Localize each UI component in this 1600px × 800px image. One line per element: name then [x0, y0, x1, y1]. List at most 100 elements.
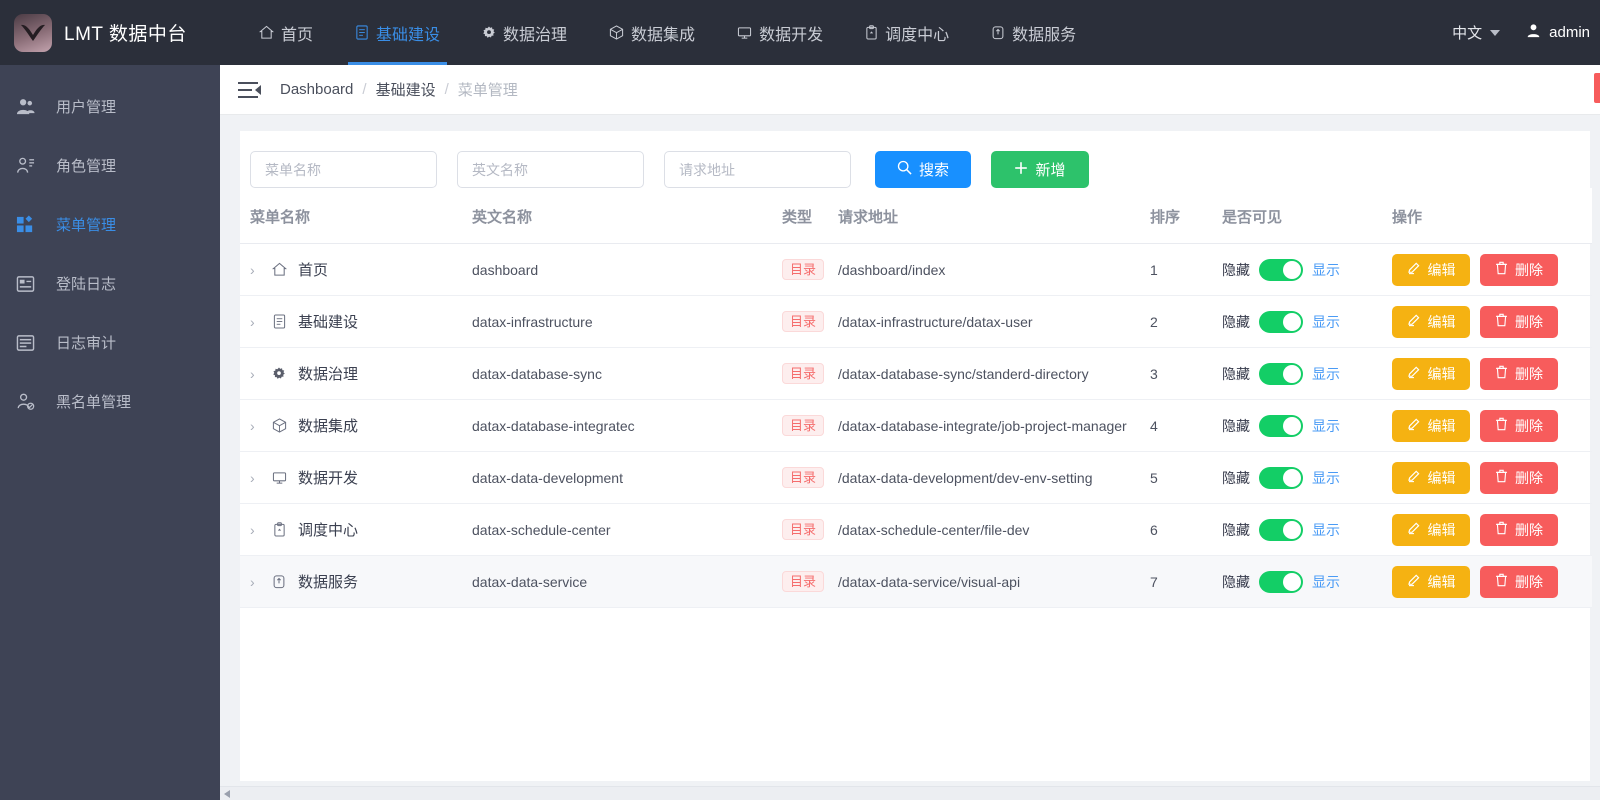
hidden-label: 隐藏 [1222, 312, 1250, 332]
table-row[interactable]: ›数据集成datax-database-integratec目录/datax-d… [240, 400, 1592, 452]
sidebar-item-login-log[interactable]: 登陆日志 [0, 254, 220, 313]
nav-item-service[interactable]: 数据服务 [970, 0, 1097, 65]
row-expander-icon[interactable]: › [250, 418, 260, 434]
delete-button[interactable]: 删除 [1480, 566, 1558, 598]
visibility-toggle[interactable] [1259, 363, 1303, 385]
cell-operations: 编辑 删除 [1392, 400, 1592, 452]
edit-button[interactable]: 编辑 [1392, 462, 1470, 494]
visibility-toggle[interactable] [1259, 571, 1303, 593]
sidebar-item-label: 菜单管理 [56, 214, 116, 235]
delete-button[interactable]: 删除 [1480, 514, 1558, 546]
breadcrumb-item-dashboard[interactable]: Dashboard [280, 81, 353, 98]
breadcrumb-item-infrastructure[interactable]: 基础建设 [376, 79, 436, 100]
delete-button-label: 删除 [1515, 416, 1543, 436]
cell-url: /datax-database-integrate/job-project-ma… [838, 400, 1150, 452]
table-row[interactable]: ›数据开发datax-data-development目录/datax-data… [240, 452, 1592, 504]
edit-button[interactable]: 编辑 [1392, 254, 1470, 286]
visibility-toggle[interactable] [1259, 311, 1303, 333]
user-menu[interactable]: admin [1526, 23, 1590, 42]
pencil-icon [1407, 261, 1421, 278]
menu-name-input[interactable] [250, 151, 437, 188]
row-expander-icon[interactable]: › [250, 470, 260, 486]
nav-item-development[interactable]: 数据开发 [716, 0, 844, 65]
sidebar-item-blacklist-management[interactable]: 黑名单管理 [0, 372, 220, 431]
sidebar-item-user-management[interactable]: 用户管理 [0, 77, 220, 136]
edit-button-label: 编辑 [1428, 260, 1456, 280]
horizontal-scrollbar[interactable] [220, 786, 1600, 800]
sidebar: 用户管理 角色管理 菜单管理 登陆日志 日志审计 黑名单管理 [0, 65, 220, 800]
nav-item-label: 数据集成 [631, 21, 695, 45]
nav-item-governance[interactable]: 数据治理 [461, 0, 588, 65]
row-expander-icon[interactable]: › [250, 574, 260, 590]
cell-order: 7 [1150, 556, 1222, 608]
hidden-label: 隐藏 [1222, 520, 1250, 540]
edit-button[interactable]: 编辑 [1392, 306, 1470, 338]
edit-button-label: 编辑 [1428, 468, 1456, 488]
delete-button[interactable]: 删除 [1480, 254, 1558, 286]
column-header-operations: 操作 [1392, 188, 1592, 244]
filter-bar: 搜索 新增 [240, 131, 1590, 188]
menu-name-text: 基础建设 [298, 311, 358, 332]
nav-item-label: 数据治理 [503, 21, 567, 45]
nav-item-home[interactable]: 首页 [238, 0, 334, 65]
visibility-toggle[interactable] [1259, 519, 1303, 541]
document-icon [355, 25, 369, 40]
add-button[interactable]: 新增 [991, 151, 1089, 188]
visibility-toggle[interactable] [1259, 415, 1303, 437]
delete-button[interactable]: 删除 [1480, 358, 1558, 390]
delete-button[interactable]: 删除 [1480, 306, 1558, 338]
row-expander-icon[interactable]: › [250, 522, 260, 538]
table-row[interactable]: ›基础建设datax-infrastructure目录/datax-infras… [240, 296, 1592, 348]
shown-label: 显示 [1312, 260, 1340, 280]
type-badge: 目录 [782, 519, 824, 540]
brand-logo[interactable]: LMT 数据中台 [0, 0, 220, 65]
table-row[interactable]: ›数据服务datax-data-service目录/datax-data-ser… [240, 556, 1592, 608]
cell-type: 目录 [782, 348, 838, 400]
cell-url: /dashboard/index [838, 244, 1150, 296]
cell-url: /datax-infrastructure/datax-user [838, 296, 1150, 348]
nav-item-label: 首页 [281, 21, 313, 45]
side-drawer-handle[interactable] [1594, 73, 1600, 103]
request-url-input[interactable] [664, 151, 851, 188]
collapse-menu-icon[interactable] [238, 82, 260, 98]
table-row[interactable]: ›首页dashboard目录/dashboard/index1隐藏显示编辑删除 [240, 244, 1592, 296]
type-badge: 目录 [782, 311, 824, 332]
row-expander-icon[interactable]: › [250, 262, 260, 278]
edit-button[interactable]: 编辑 [1392, 410, 1470, 442]
table-row[interactable]: ›调度中心datax-schedule-center目录/datax-sched… [240, 504, 1592, 556]
edit-button[interactable]: 编辑 [1392, 358, 1470, 390]
edit-button[interactable]: 编辑 [1392, 514, 1470, 546]
delete-button[interactable]: 删除 [1480, 410, 1558, 442]
top-bar: LMT 数据中台 首页 基础建设 数据治理 数据集成 [0, 0, 1600, 65]
pencil-icon [1407, 365, 1421, 382]
nav-item-infrastructure[interactable]: 基础建设 [334, 0, 461, 65]
nav-item-schedule[interactable]: 调度中心 [844, 0, 970, 65]
scroll-left-arrow-icon[interactable] [224, 790, 230, 798]
pencil-icon [1407, 469, 1421, 486]
user-name: admin [1549, 24, 1590, 41]
english-name-input[interactable] [457, 151, 644, 188]
visibility-toggle[interactable] [1259, 467, 1303, 489]
search-button[interactable]: 搜索 [875, 151, 971, 188]
row-expander-icon[interactable]: › [250, 366, 260, 382]
nav-item-label: 调度中心 [885, 21, 949, 45]
document-icon [271, 314, 287, 329]
cell-menu-name: ›调度中心 [240, 504, 472, 556]
table-row[interactable]: ›数据治理datax-database-sync目录/datax-databas… [240, 348, 1592, 400]
sidebar-item-role-management[interactable]: 角色管理 [0, 136, 220, 195]
sidebar-item-log-audit[interactable]: 日志审计 [0, 313, 220, 372]
menu-name-text: 数据开发 [298, 467, 358, 488]
nav-item-integration[interactable]: 数据集成 [588, 0, 716, 65]
type-badge: 目录 [782, 259, 824, 280]
delete-button[interactable]: 删除 [1480, 462, 1558, 494]
language-selector[interactable]: 中文 [1452, 22, 1500, 43]
visibility-toggle[interactable] [1259, 259, 1303, 281]
cell-url: /datax-database-sync/standerd-directory [838, 348, 1150, 400]
trash-icon [1495, 573, 1508, 590]
edit-button[interactable]: 编辑 [1392, 566, 1470, 598]
avatar-icon [1526, 23, 1541, 42]
sidebar-item-menu-management[interactable]: 菜单管理 [0, 195, 220, 254]
row-expander-icon[interactable]: › [250, 314, 260, 330]
edit-button-label: 编辑 [1428, 520, 1456, 540]
cell-menu-name: › 数据开发 [240, 452, 472, 504]
